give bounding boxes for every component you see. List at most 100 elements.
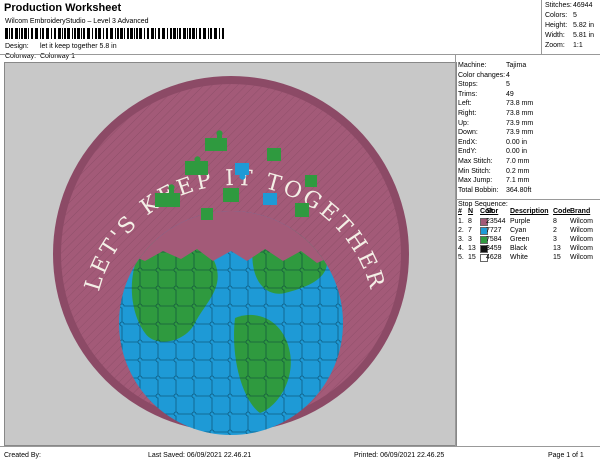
stop-sequence-header: St. (486, 208, 495, 215)
machine-info-label: Machine: (458, 62, 487, 69)
machine-info-row: Machine: Tajima (458, 62, 526, 69)
stop-sequence-brand: Wilcom (570, 227, 593, 234)
stop-sequence-n: 3 (468, 236, 472, 243)
barcode (5, 28, 224, 39)
embroidery-patch: LET'S KEEP IT TOGETHER (53, 76, 409, 435)
machine-info-label: Right: (458, 110, 477, 117)
stop-sequence-n: 8 (468, 218, 472, 225)
machine-info-panel: Machine: Tajima Color changes:4 Stops: 5 Trim… (456, 62, 600, 444)
machine-info-label: Stops: (458, 81, 478, 89)
stop-sequence-header: N (468, 208, 474, 215)
stop-sequence-num: 5. (458, 254, 464, 261)
machine-info-value: Tajima (506, 62, 527, 69)
header-divider (0, 54, 600, 55)
design-stats: Stitches:46944 Colors: 5 Height: 5.82 in W… (541, 0, 600, 55)
stop-sequence-n: 13 (468, 245, 476, 252)
machine-info-row: Right: 73.8 mm (458, 110, 533, 117)
zoom-label: Zoom: (545, 42, 565, 49)
stop-sequence-header: Code (553, 208, 571, 215)
stop-sequence-code: 8 (553, 218, 557, 225)
stop-sequence-desc: White (510, 254, 528, 261)
machine-info-value: 73.8 mm (506, 110, 534, 117)
stop-sequence-code: 3 (553, 236, 557, 243)
machine-info-label: Total Bobbin: (458, 186, 499, 194)
stop-sequence-desc: Green (510, 236, 530, 243)
stop-sequence-st: 3459 (486, 245, 502, 252)
machine-info-row: Total Bobbin: 364.80ft (458, 187, 531, 194)
machine-info-row: Down: 73.9 mm (458, 129, 533, 136)
stop-sequence-num: 2. (458, 227, 464, 234)
stop-sequence-brand: Wilcom (570, 218, 593, 225)
stop-sequence-code: 2 (553, 227, 557, 234)
puzzle-piece (267, 148, 281, 161)
stop-sequence-st: 7584 (486, 236, 502, 243)
design-row: Design: let it keep together 5.8 in (5, 43, 117, 50)
machine-info-value: 0.2 mm (506, 167, 530, 175)
stop-sequence-st: 4628 (486, 254, 502, 261)
stitches-value: 46944 (573, 2, 593, 9)
machine-info-row: EndY: 0.00 in (458, 148, 527, 155)
machine-info-label: Trims: (458, 90, 478, 98)
stop-sequence-brand: Wilcom (570, 245, 593, 252)
printed-date: Printed: 06/09/2021 22.46.25 (354, 452, 445, 459)
page-number: Page 1 of 1 (548, 452, 584, 459)
machine-info-label: Min Stitch: (458, 167, 491, 175)
design-label: Design: (5, 43, 29, 50)
stop-sequence-num: 3. (458, 236, 464, 243)
design-name: let it keep together 5.8 in (39, 43, 117, 50)
machine-info-label: Max Stitch: (458, 158, 493, 165)
zoom-value: 1:1 (573, 42, 583, 49)
machine-info-value: 7.0 mm (506, 158, 530, 165)
stop-sequence-num: 4. (458, 245, 464, 252)
machine-info-value: 0.00 in (506, 148, 528, 156)
machine-info-value: 7.1 mm (506, 177, 530, 185)
machine-info-row: Color changes:4 (458, 72, 510, 79)
machine-info-label: EndY: (458, 148, 477, 156)
machine-info-row: Up: 73.9 mm (458, 120, 533, 127)
created-by: Created By: (4, 452, 41, 459)
machine-info-label: Left: (458, 100, 472, 108)
stop-sequence-st: 23544 (486, 218, 506, 225)
machine-info-row: Left: 73.8 mm (458, 100, 533, 107)
machine-info-row: Max Stitch: 7.0 mm (458, 158, 529, 165)
stop-sequence-desc: Purple (510, 218, 531, 225)
stop-sequence-desc: Cyan (510, 227, 527, 234)
machine-info-label: Up: (458, 119, 469, 127)
puzzle-piece (223, 188, 239, 202)
machine-info-value: 73.9 mm (506, 129, 534, 137)
height-value: 5.82 in (573, 22, 595, 29)
colors-value: 5 (573, 12, 577, 19)
machine-info-label: Color changes: (458, 71, 506, 79)
stop-sequence-header: Brand (570, 208, 591, 215)
machine-info-row: Max Jump: 7.1 mm (458, 177, 529, 184)
stop-sequence-desc: Black (510, 245, 528, 252)
machine-info-value: 73.9 mm (506, 119, 534, 127)
stop-sequence-num: 1. (458, 218, 464, 225)
stop-sequence-n: 15 (468, 254, 476, 261)
puzzle-piece (201, 208, 213, 220)
machine-info-row: Trims: 49 (458, 91, 514, 98)
stop-sequence-brand: Wilcom (570, 254, 593, 261)
stop-sequence-n: 7 (468, 227, 472, 234)
stop-sequence-header: Description (510, 208, 549, 215)
colors-label: Colors: (545, 12, 568, 19)
width-value: 5.81 in (573, 32, 595, 39)
machine-info-label: EndX: (458, 138, 478, 146)
stop-sequence-code: 13 (553, 245, 561, 252)
software-subtitle: Wilcom EmbroideryStudio – Level 3 Advanc… (5, 18, 149, 25)
machine-info-value: 49 (506, 90, 514, 98)
footer: Created By: Last Saved: 06/09/2021 22.46… (0, 446, 600, 465)
stop-sequence-code: 15 (553, 254, 561, 261)
stop-sequence-header: # (458, 208, 462, 215)
puzzle-piece (263, 193, 277, 205)
machine-info-value: 0.00 in (506, 138, 528, 146)
height-label: Height: (545, 22, 568, 29)
width-label: Width: (545, 32, 565, 39)
stop-sequence-st: 7727 (486, 227, 502, 234)
machine-info-value: 364.80ft (506, 186, 532, 194)
design-preview: LET'S KEEP IT TOGETHER (4, 62, 457, 446)
last-saved: Last Saved: 06/09/2021 22.46.21 (148, 452, 252, 459)
machine-info-value: 73.8 mm (506, 100, 534, 108)
machine-info-value: 5 (506, 81, 510, 89)
stop-sequence-brand: Wilcom (570, 236, 593, 243)
